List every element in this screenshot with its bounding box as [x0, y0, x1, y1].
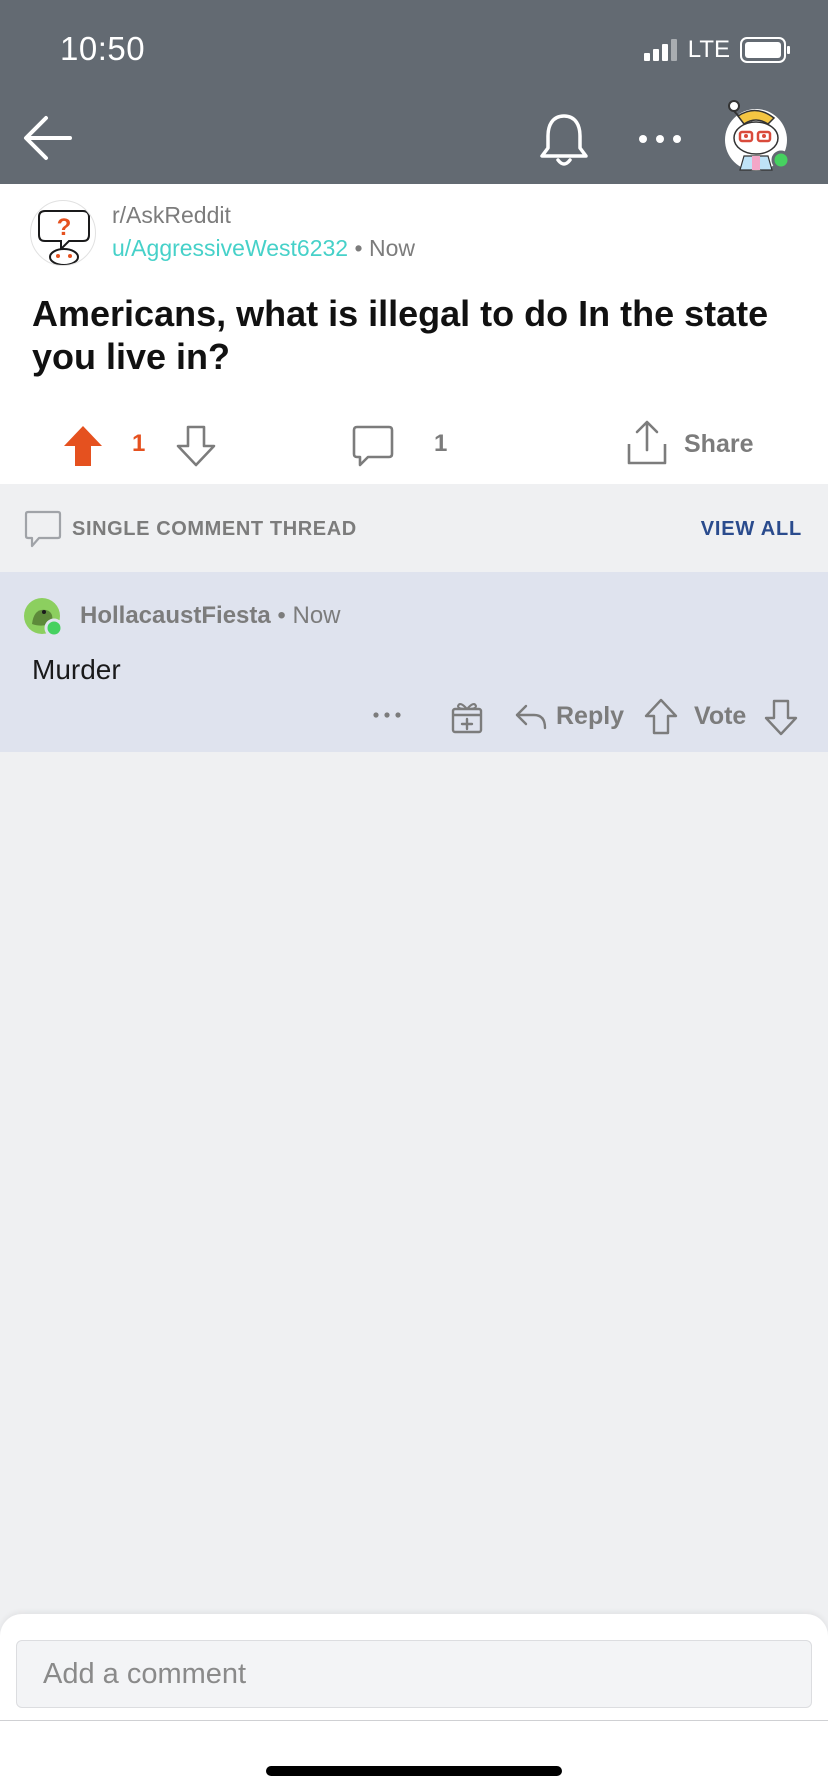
- battery-icon: [740, 37, 790, 63]
- post-score: 1: [132, 430, 146, 457]
- comment-thread-icon: [24, 510, 62, 550]
- status-indicators: LTE: [643, 36, 792, 64]
- svg-text:?: ?: [57, 214, 72, 241]
- share-button[interactable]: Share: [684, 430, 753, 459]
- post-title: Americans, what is illegal to do In the …: [32, 293, 769, 377]
- comment-composer: [0, 1614, 828, 1792]
- downvote-icon[interactable]: [176, 424, 216, 468]
- subreddit-name[interactable]: r/AskReddit: [112, 202, 231, 229]
- back-arrow-icon[interactable]: [22, 112, 74, 164]
- post-time: Now: [368, 235, 415, 261]
- share-icon[interactable]: [626, 420, 668, 466]
- composer-divider: [0, 1720, 828, 1721]
- comment-downvote-icon[interactable]: [764, 698, 798, 736]
- comment-actions: Reply Vote: [0, 694, 828, 740]
- top-header: 10:50 LTE: [0, 0, 828, 184]
- comment-body: Murder: [32, 654, 121, 685]
- meta-separator: •: [354, 235, 363, 261]
- post-meta: u/AggressiveWest6232 • Now: [112, 235, 415, 262]
- signal-icon: [643, 39, 677, 61]
- comment-count[interactable]: 1: [434, 430, 447, 458]
- award-icon[interactable]: [450, 700, 484, 734]
- post-actions: 1 1 Share: [0, 420, 828, 474]
- comment-author-line: HollacaustFiesta • Now: [80, 602, 341, 630]
- home-indicator[interactable]: [266, 1766, 562, 1776]
- post-author[interactable]: u/AggressiveWest6232: [112, 235, 348, 261]
- status-time: 10:50: [60, 30, 146, 67]
- reply-button[interactable]: Reply: [556, 702, 624, 731]
- commenter-avatar[interactable]: [24, 598, 64, 638]
- comment-card: HollacaustFiesta • Now Murder Reply Vote: [0, 572, 828, 752]
- view-all-link[interactable]: VIEW ALL: [701, 518, 802, 541]
- comment-input[interactable]: [16, 1640, 812, 1708]
- network-label: LTE: [687, 36, 730, 63]
- comment-icon[interactable]: [352, 424, 394, 468]
- upvote-icon[interactable]: [62, 424, 104, 468]
- comment-author[interactable]: HollacaustFiesta: [80, 602, 271, 629]
- subreddit-icon[interactable]: ?: [30, 200, 96, 266]
- comment-more-icon[interactable]: [372, 704, 402, 726]
- more-icon[interactable]: [636, 124, 686, 154]
- comment-separator: •: [277, 602, 286, 629]
- comment-vote-label: Vote: [694, 702, 747, 730]
- thread-bar: SINGLE COMMENT THREAD VIEW ALL: [0, 484, 828, 572]
- thread-label: SINGLE COMMENT THREAD: [72, 518, 357, 540]
- post-card: ? r/AskReddit u/AggressiveWest6232 • Now…: [0, 184, 828, 484]
- bell-icon[interactable]: [538, 110, 590, 170]
- comment-time: Now: [292, 602, 341, 629]
- avatar[interactable]: [720, 100, 790, 172]
- comment-upvote-icon[interactable]: [644, 698, 678, 736]
- reply-icon[interactable]: [514, 702, 548, 732]
